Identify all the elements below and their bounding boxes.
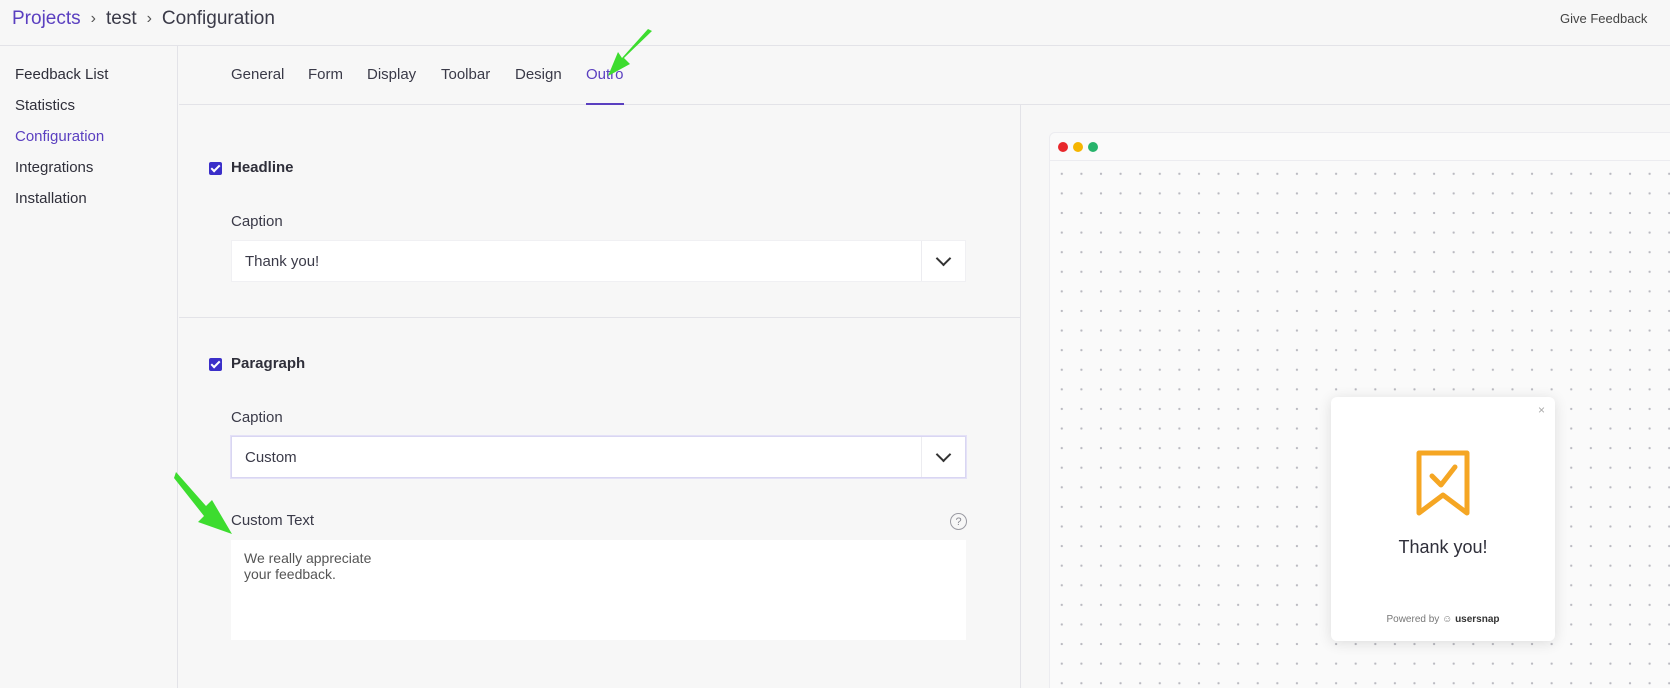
chevron-right-icon: › <box>146 10 152 27</box>
tab-display[interactable]: Display <box>367 66 416 105</box>
headline-label: Headline <box>231 159 294 176</box>
breadcrumb: Projects › test › Configuration <box>12 0 275 38</box>
window-maximize-dot <box>1088 142 1098 152</box>
dropdown-toggle[interactable] <box>921 437 965 477</box>
dropdown-toggle[interactable] <box>921 241 965 281</box>
give-feedback-link[interactable]: Give Feedback <box>1560 11 1670 26</box>
sidebar-item-configuration[interactable]: Configuration <box>15 128 104 145</box>
top-bar: Projects › test › Configuration Give Fee… <box>0 0 1670 46</box>
paragraph-checkbox[interactable] <box>209 358 222 371</box>
sidebar: Feedback List Statistics Configuration I… <box>0 46 178 688</box>
sidebar-item-statistics[interactable]: Statistics <box>15 97 75 114</box>
help-icon[interactable]: ? <box>950 513 967 530</box>
paragraph-caption-label: Caption <box>231 409 283 426</box>
tab-form[interactable]: Form <box>308 66 343 105</box>
chevron-down-icon <box>935 446 952 462</box>
close-icon[interactable]: × <box>1538 403 1545 417</box>
usersnap-brand: usersnap <box>1455 614 1500 625</box>
section-divider <box>179 317 1020 318</box>
tab-toolbar[interactable]: Toolbar <box>441 66 490 105</box>
sidebar-item-feedback-list[interactable]: Feedback List <box>15 66 108 83</box>
breadcrumb-projects-link[interactable]: Projects <box>12 8 81 30</box>
powered-by: Powered by ☺ usersnap <box>1331 614 1555 625</box>
feedback-widget-preview: × Thank you! Powered by ☺ usersnap <box>1331 397 1555 641</box>
headline-caption-select[interactable]: Thank you! <box>231 240 966 282</box>
widget-title: Thank you! <box>1398 537 1488 557</box>
custom-text-label: Custom Text <box>231 512 315 529</box>
powered-by-text: Powered by <box>1386 614 1440 625</box>
breadcrumb-current: Configuration <box>161 8 275 29</box>
paragraph-caption-value: Custom <box>245 449 297 466</box>
preview-separator <box>1020 105 1021 688</box>
custom-text-textarea[interactable]: We really appreciate your feedback. <box>231 540 966 640</box>
usersnap-logo-icon: ☺ <box>1442 614 1453 625</box>
sidebar-item-integrations[interactable]: Integrations <box>15 159 93 176</box>
paragraph-label: Paragraph <box>231 355 306 372</box>
annotation-arrow-icon <box>174 472 232 534</box>
headline-caption-label: Caption <box>231 213 283 230</box>
annotation-arrow-icon <box>608 29 652 76</box>
sidebar-item-installation[interactable]: Installation <box>15 190 87 207</box>
window-minimize-dot <box>1073 142 1083 152</box>
chevron-down-icon <box>935 250 952 266</box>
bookmark-check-icon <box>1416 450 1470 516</box>
paragraph-caption-select[interactable]: Custom <box>231 436 966 478</box>
window-close-dot <box>1058 142 1068 152</box>
chevron-right-icon: › <box>90 10 96 27</box>
headline-caption-value: Thank you! <box>245 253 320 270</box>
breadcrumb-project[interactable]: test <box>106 8 137 30</box>
preview-titlebar <box>1050 133 1670 161</box>
tab-general[interactable]: General <box>231 66 284 105</box>
headline-checkbox[interactable] <box>209 162 222 175</box>
config-tabs: General Form Display Toolbar Design Outr… <box>179 46 1670 105</box>
tab-design[interactable]: Design <box>515 66 562 105</box>
